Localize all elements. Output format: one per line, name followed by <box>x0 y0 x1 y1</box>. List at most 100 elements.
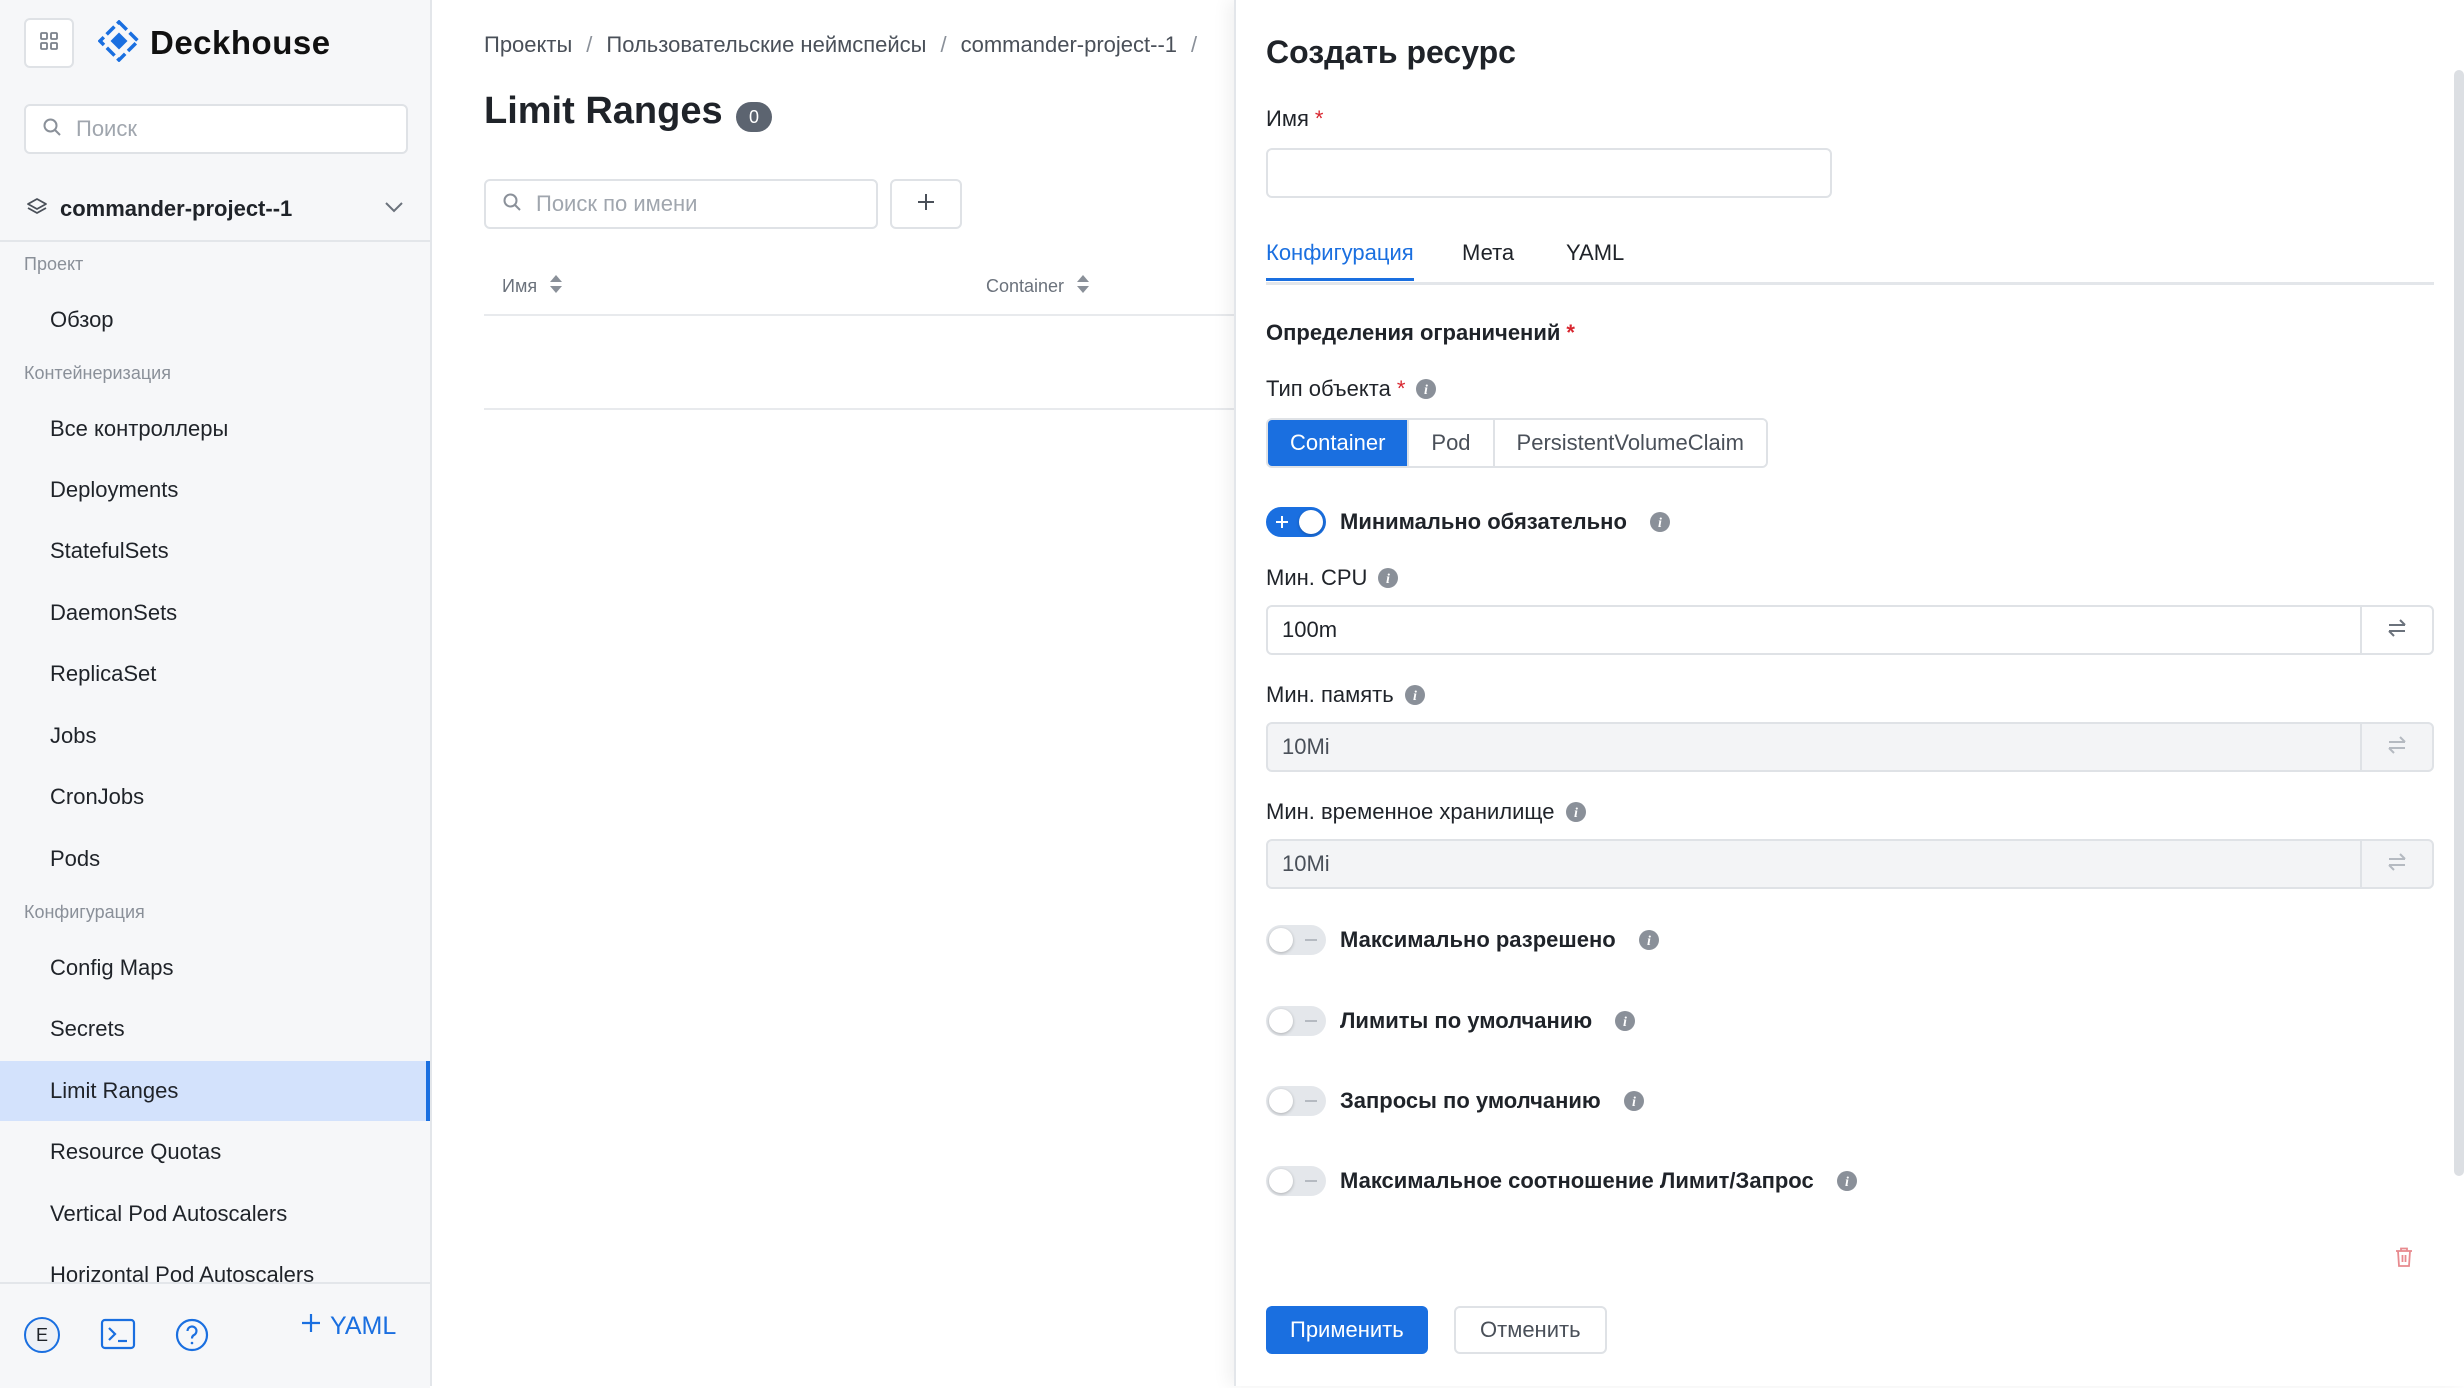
sidebar-item-config-maps[interactable]: Config Maps <box>0 938 430 998</box>
info-icon[interactable]: i <box>1565 801 1587 823</box>
max-allowed-toggle[interactable] <box>1266 925 1326 955</box>
brand-name: Deckhouse <box>150 24 331 61</box>
name-search-input[interactable] <box>534 190 858 218</box>
main-content: Проекты / Пользовательские неймспейсы / comm… <box>432 0 1234 1386</box>
default-requests-toggle[interactable] <box>1266 1086 1326 1116</box>
project-selector[interactable]: commander-project--1 <box>0 178 430 242</box>
create-resource-panel: Создать ресурс Имя * Конфигурация Мета YA… <box>1234 0 2464 1386</box>
nav-section-containerization: Контейнеризация <box>24 363 171 383</box>
min-memory-input[interactable] <box>1268 724 2360 770</box>
brand-logo[interactable]: Deckhouse <box>97 19 331 66</box>
column-header-container[interactable]: Container <box>986 274 1090 299</box>
minus-icon <box>1305 939 1317 941</box>
sidebar-item-cronjobs[interactable]: CronJobs <box>0 767 430 827</box>
sidebar-item-daemonsets[interactable]: DaemonSets <box>0 583 430 643</box>
max-ratio-row: Максимальное соотношение Лимит/Запрос i <box>1266 1166 1858 1196</box>
info-icon[interactable]: i <box>1649 511 1671 533</box>
tab-meta[interactable]: Мета <box>1462 240 1514 278</box>
project-name: commander-project--1 <box>60 196 293 221</box>
sidebar-item-replicaset[interactable]: ReplicaSet <box>0 644 430 704</box>
breadcrumb-separator: / <box>940 32 947 57</box>
info-icon[interactable]: i <box>1623 1090 1645 1112</box>
info-icon[interactable]: i <box>1614 1010 1636 1032</box>
unit-swap-button[interactable] <box>2360 607 2432 653</box>
sidebar-item-limit-ranges[interactable]: Limit Ranges <box>0 1061 430 1121</box>
min-ephemeral-text: Мин. временное хранилище <box>1266 799 1555 824</box>
cancel-button[interactable]: Отменить <box>1454 1306 1607 1354</box>
required-marker: * <box>1566 320 1575 345</box>
min-memory-text: Мин. память <box>1266 682 1394 707</box>
required-marker: * <box>1396 376 1406 401</box>
sidebar-item-resource-quotas[interactable]: Resource Quotas <box>0 1122 430 1182</box>
min-ephemeral-label: Мин. временное хранилище i <box>1266 799 1587 825</box>
object-type-pod[interactable]: Pod <box>1409 420 1495 466</box>
column-header-name[interactable]: Имя <box>502 274 563 299</box>
page-title: Limit Ranges <box>484 90 723 132</box>
sort-icon <box>1076 274 1090 299</box>
default-limits-toggle[interactable] <box>1266 1006 1326 1036</box>
sidebar-item-overview[interactable]: Обзор <box>0 290 430 350</box>
plus-icon <box>300 1312 322 1341</box>
toggle-knob <box>1269 928 1293 952</box>
name-input[interactable] <box>1266 148 1832 198</box>
min-cpu-text: Мин. CPU <box>1266 565 1368 590</box>
help-icon[interactable] <box>174 1317 210 1358</box>
sidebar-search[interactable] <box>24 104 408 154</box>
toggle-knob <box>1269 1169 1293 1193</box>
sidebar-item-jobs[interactable]: Jobs <box>0 706 430 766</box>
add-resource-button[interactable] <box>890 179 962 229</box>
required-marker: * <box>1314 106 1324 131</box>
layers-icon <box>26 196 48 223</box>
info-icon[interactable]: i <box>1415 378 1437 400</box>
search-icon <box>502 192 522 217</box>
breadcrumb-separator: / <box>1191 32 1198 57</box>
search-icon <box>42 117 62 142</box>
max-allowed-label: Максимально разрешено <box>1340 927 1616 952</box>
min-cpu-input[interactable] <box>1268 607 2360 653</box>
info-icon[interactable]: i <box>1404 684 1426 706</box>
max-ratio-toggle[interactable] <box>1266 1166 1326 1196</box>
sidebar-search-input[interactable] <box>74 115 378 143</box>
name-label: Имя * <box>1266 106 1323 132</box>
breadcrumb-projects[interactable]: Проекты <box>484 32 572 57</box>
unit-swap-button[interactable] <box>2360 724 2432 770</box>
svg-text:i: i <box>1413 689 1417 704</box>
sidebar-item-vertical-pod-autoscalers[interactable]: Vertical Pod Autoscalers <box>0 1184 430 1244</box>
trash-icon[interactable] <box>2394 1246 2414 1273</box>
sidebar-item-deployments[interactable]: Deployments <box>0 460 430 520</box>
breadcrumb-project[interactable]: commander-project--1 <box>961 32 1177 57</box>
min-cpu-label: Мин. CPU i <box>1266 565 1399 591</box>
toggle-knob <box>1299 510 1323 534</box>
swap-icon <box>2386 735 2408 760</box>
sidebar-item-pods[interactable]: Pods <box>0 829 430 889</box>
create-yaml-button[interactable]: YAML <box>300 1312 396 1341</box>
tab-configuration[interactable]: Конфигурация <box>1266 240 1414 281</box>
min-memory-label: Мин. память i <box>1266 682 1426 708</box>
grid-icon <box>39 31 59 56</box>
min-required-toggle[interactable] <box>1266 507 1326 537</box>
tab-yaml[interactable]: YAML <box>1566 240 1624 278</box>
svg-text:i: i <box>1424 383 1428 398</box>
apps-grid-button[interactable] <box>24 18 74 68</box>
info-icon[interactable]: i <box>1638 929 1660 951</box>
terminal-icon[interactable] <box>100 1317 136 1356</box>
object-type-selector: Container Pod PersistentVolumeClaim <box>1266 418 1768 468</box>
breadcrumb-user-namespaces[interactable]: Пользовательские неймспейсы <box>606 32 926 57</box>
object-type-pvc[interactable]: PersistentVolumeClaim <box>1494 420 1766 466</box>
column-header-name-label: Имя <box>502 276 538 296</box>
info-icon[interactable]: i <box>1836 1170 1858 1192</box>
svg-text:i: i <box>1647 934 1651 949</box>
info-icon[interactable]: i <box>1377 567 1399 589</box>
sidebar-item-statefulsets[interactable]: StatefulSets <box>0 521 430 581</box>
min-ephemeral-input[interactable] <box>1268 841 2360 887</box>
sidebar-item-all-controllers[interactable]: Все контроллеры <box>0 399 430 459</box>
name-search[interactable] <box>484 179 878 229</box>
apply-button[interactable]: Применить <box>1266 1306 1428 1354</box>
sidebar-item-secrets[interactable]: Secrets <box>0 999 430 1059</box>
scrollbar[interactable] <box>2454 70 2464 1176</box>
sidebar-footer: E YAML <box>0 1282 430 1388</box>
object-type-container[interactable]: Container <box>1268 420 1410 466</box>
avatar[interactable]: E <box>24 1317 60 1353</box>
unit-swap-button[interactable] <box>2360 841 2432 887</box>
min-required-row: Минимально обязательно i <box>1266 507 1671 537</box>
